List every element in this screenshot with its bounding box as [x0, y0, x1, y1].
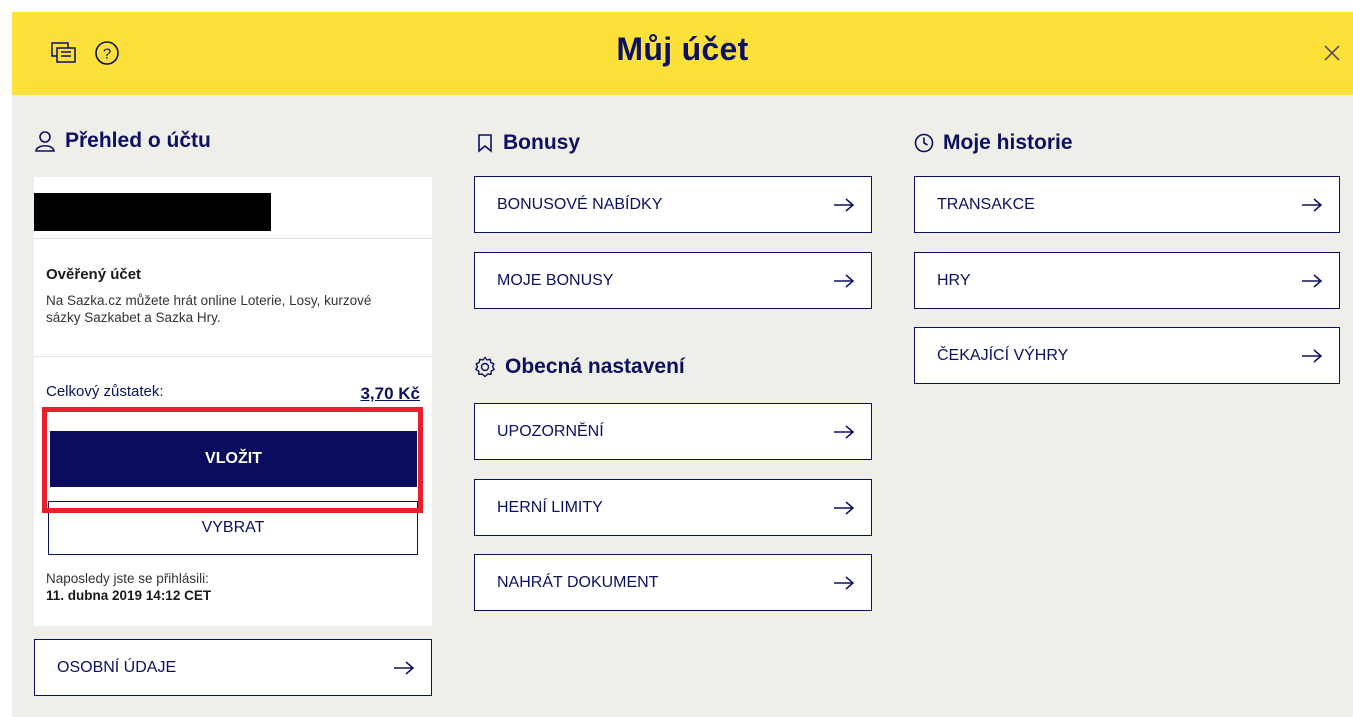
game-limits-button[interactable]: HERNÍ LIMITY — [474, 479, 872, 536]
my-bonuses-button[interactable]: MOJE BONUSY — [474, 252, 872, 309]
arrow-right-icon — [1302, 197, 1323, 212]
balance-label: Celkový zůstatek: — [46, 383, 164, 400]
last-login-label: Naposledy jste se přihlásili: — [46, 571, 209, 586]
arrow-right-icon — [834, 575, 855, 590]
gear-icon — [475, 356, 495, 378]
verified-account-text: Na Sazka.cz můžete hrát online Loterie, … — [46, 293, 372, 325]
close-icon[interactable] — [1320, 41, 1344, 65]
general-settings-heading: Obecná nastavení — [474, 355, 685, 379]
bonus-offers-label: BONUSOVÉ NABÍDKY — [497, 195, 663, 213]
general-settings-title: Obecná nastavení — [505, 355, 685, 378]
bonuses-heading: Bonusy — [476, 131, 580, 155]
verified-account-title: Ověřený účet — [46, 266, 142, 283]
divider — [34, 238, 432, 239]
notifications-button[interactable]: UPOZORNĚNÍ — [474, 403, 872, 460]
arrow-right-icon — [834, 424, 855, 439]
game-limits-label: HERNÍ LIMITY — [497, 498, 603, 516]
balance-value[interactable]: 3,70 Kč — [360, 384, 420, 404]
bonus-offers-button[interactable]: BONUSOVÉ NABÍDKY — [474, 176, 872, 233]
divider — [34, 356, 432, 357]
bookmark-icon — [478, 134, 492, 153]
account-overview-heading: Přehled o účtu — [34, 129, 211, 153]
transactions-button[interactable]: TRANSAKCE — [914, 176, 1340, 233]
withdraw-button[interactable]: VYBRAT — [48, 501, 418, 555]
history-title: Moje historie — [943, 131, 1073, 154]
account-modal: ? Můj účet Přehled o účtu Ověřený účet N… — [12, 12, 1353, 717]
my-bonuses-label: MOJE BONUSY — [497, 271, 614, 289]
arrow-right-icon — [1302, 348, 1323, 363]
notifications-label: UPOZORNĚNÍ — [497, 422, 604, 440]
upload-document-button[interactable]: NAHRÁT DOKUMENT — [474, 554, 872, 611]
page-title: Můj účet — [616, 31, 749, 67]
clock-icon — [914, 133, 934, 153]
personal-data-button[interactable]: OSOBNÍ ÚDAJE — [34, 639, 432, 696]
history-heading: Moje historie — [914, 131, 1073, 155]
games-history-label: HRY — [937, 271, 971, 289]
personal-data-label: OSOBNÍ ÚDAJE — [57, 658, 177, 676]
upload-document-label: NAHRÁT DOKUMENT — [497, 573, 659, 591]
arrow-right-icon — [1302, 273, 1323, 288]
account-overview-title: Přehled o účtu — [65, 129, 211, 152]
pending-winnings-label: ČEKAJÍCÍ VÝHRY — [937, 346, 1069, 364]
pending-winnings-button[interactable]: ČEKAJÍCÍ VÝHRY — [914, 327, 1340, 384]
modal-header: ? Můj účet — [12, 12, 1353, 95]
arrow-right-icon — [834, 500, 855, 515]
transactions-label: TRANSAKCE — [937, 195, 1035, 213]
arrow-right-icon — [394, 660, 415, 675]
arrow-right-icon — [834, 273, 855, 288]
arrow-right-icon — [834, 197, 855, 212]
games-history-button[interactable]: HRY — [914, 252, 1340, 309]
last-login-value: 11. dubna 2019 14:12 CET — [46, 588, 212, 603]
redacted-username — [34, 193, 271, 231]
account-overview-card: Ověřený účet Na Sazka.cz můžete hrát onl… — [34, 177, 432, 626]
bonuses-title: Bonusy — [503, 131, 581, 154]
deposit-button[interactable]: VLOŽIT — [50, 431, 417, 487]
user-icon — [35, 131, 55, 152]
